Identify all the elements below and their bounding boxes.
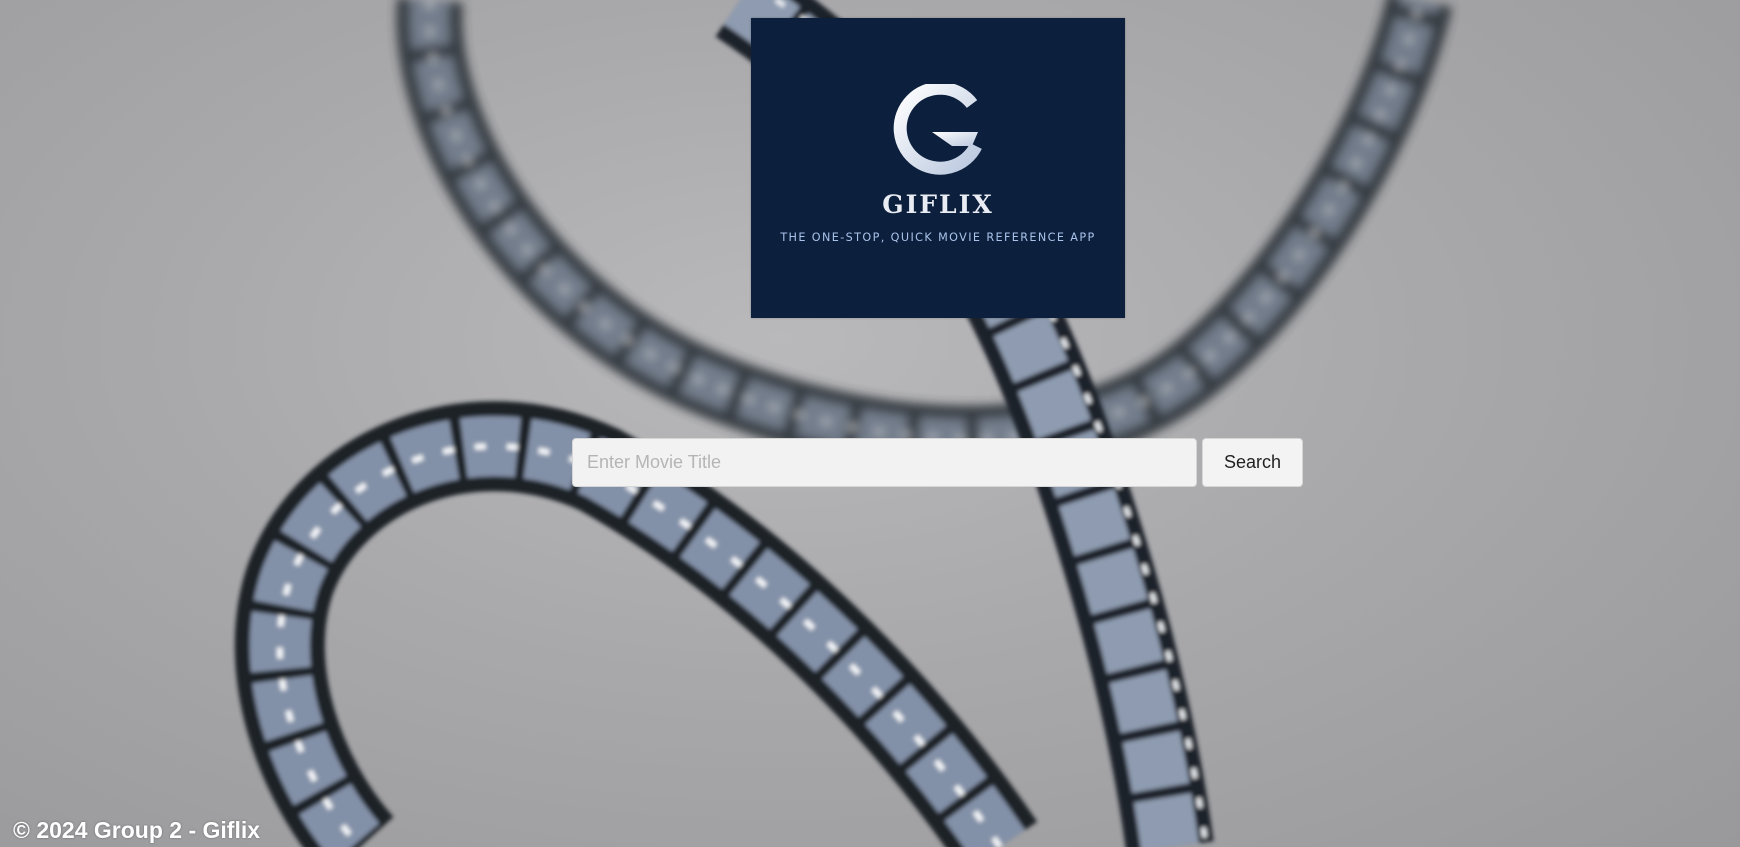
footer-copyright: © 2024 Group 2 - Giflix xyxy=(13,817,261,843)
logo-name: GIFLIX xyxy=(882,190,994,219)
search-button[interactable]: Search xyxy=(1202,438,1303,487)
movie-title-search-input[interactable] xyxy=(572,438,1197,487)
giflix-logo: GIFLIX THE ONE-STOP, QUICK MOVIE REFEREN… xyxy=(751,18,1125,318)
logo-tagline: THE ONE-STOP, QUICK MOVIE REFERENCE APP xyxy=(780,231,1096,244)
giflix-g-logo-icon xyxy=(893,84,982,175)
